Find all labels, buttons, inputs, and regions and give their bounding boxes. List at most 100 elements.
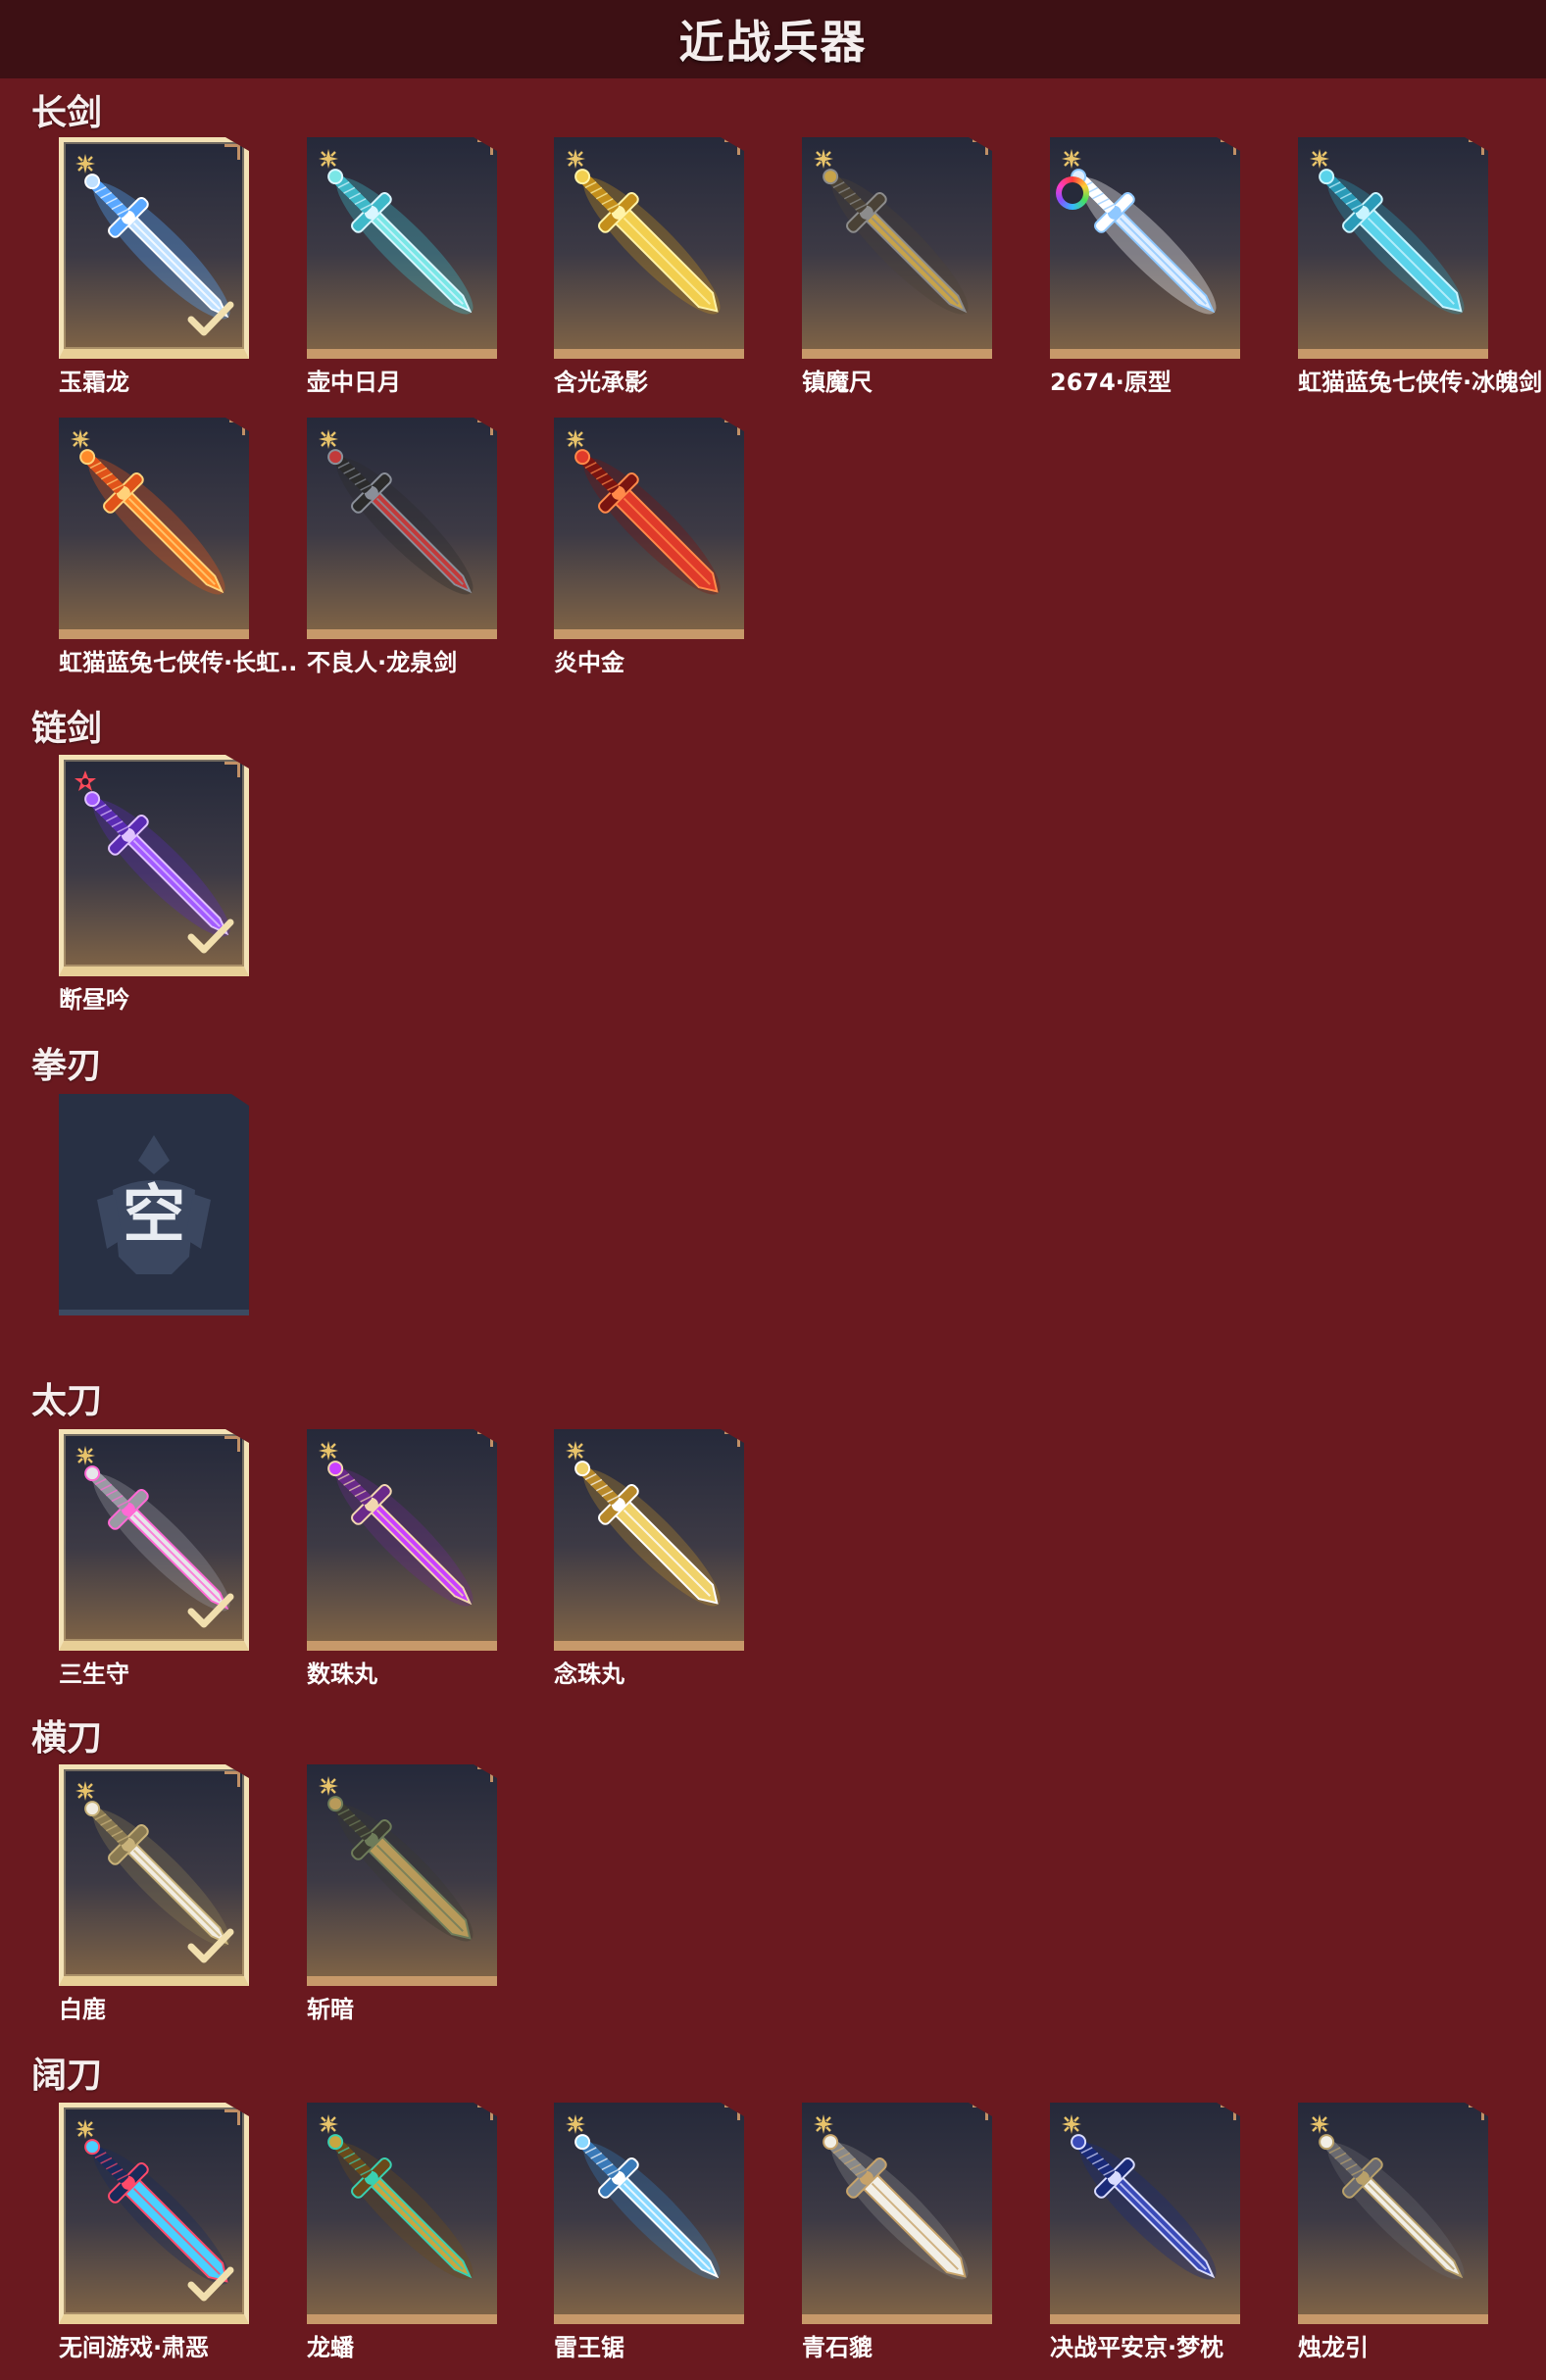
corner-fold-icon xyxy=(1221,139,1236,155)
category-heading: 太刀 xyxy=(31,1381,103,1421)
empty-weapon-slot[interactable]: 空 xyxy=(59,1094,249,1315)
weapon-card xyxy=(59,2103,249,2324)
weapon-name: 壶中日月 xyxy=(307,369,401,396)
corner-fold-icon xyxy=(477,420,493,435)
weapon-card xyxy=(307,2103,497,2324)
corner-fold-icon xyxy=(477,139,493,155)
weapon-name: 烛龙引 xyxy=(1298,2334,1369,2361)
gold-rarity-icon xyxy=(566,1441,585,1461)
weapon-card xyxy=(307,1764,497,1986)
weapon-card xyxy=(802,2103,992,2324)
weapon-card xyxy=(307,418,497,639)
corner-fold-icon xyxy=(724,1431,740,1447)
empty-slot-frame: 空 xyxy=(59,1094,249,1315)
corner-fold-icon xyxy=(1221,2105,1236,2120)
corner-fold-icon xyxy=(229,420,245,435)
equipped-check-icon xyxy=(187,1593,234,1628)
weapon-card xyxy=(59,1764,249,1986)
weapon-name: 念珠丸 xyxy=(554,1661,624,1688)
weapon-tile[interactable]: 镇魔尺 xyxy=(802,137,992,396)
weapon-tile[interactable]: 含光承影 xyxy=(554,137,744,396)
category-heading: 拳刃 xyxy=(31,1046,103,1086)
weapon-tile[interactable]: 玉霜龙 xyxy=(59,137,249,396)
corner-fold-icon xyxy=(724,420,740,435)
title-bar: 近战兵器 xyxy=(0,0,1546,78)
gold-rarity-icon xyxy=(566,149,585,169)
equipped-check-icon xyxy=(187,2266,234,2302)
empty-slot-label: 空 xyxy=(123,1179,185,1252)
gold-rarity-icon xyxy=(566,2114,585,2134)
weapon-tile[interactable]: 白鹿 xyxy=(59,1764,249,2023)
weapon-tile[interactable]: 炎中金 xyxy=(554,418,744,676)
category-heading: 阔刀 xyxy=(31,2056,103,2096)
category-heading: 链剑 xyxy=(31,709,103,749)
weapon-name: 斩暗 xyxy=(307,1996,354,2023)
red-rarity-icon xyxy=(75,770,96,791)
gold-rarity-icon xyxy=(1310,2114,1329,2134)
weapon-tile[interactable]: 烛龙引 xyxy=(1298,2103,1488,2361)
weapon-name: 雷王锯 xyxy=(554,2334,624,2361)
gold-rarity-icon xyxy=(566,429,585,449)
gold-rarity-icon xyxy=(75,1446,95,1465)
page-title: 近战兵器 xyxy=(678,16,868,69)
weapon-tile[interactable]: 龙蟠 xyxy=(307,2103,497,2361)
weapon-name: 虹猫蓝兔七侠传·冰魄剑 xyxy=(1298,369,1543,396)
gold-rarity-icon xyxy=(319,149,338,169)
corner-fold-icon xyxy=(224,762,240,777)
weapon-card xyxy=(59,137,249,359)
weapon-name: 玉霜龙 xyxy=(59,369,129,396)
weapon-card xyxy=(1050,2103,1240,2324)
equipped-check-icon xyxy=(187,301,234,336)
weapon-name: 无间游戏·肃恶 xyxy=(59,2334,210,2361)
gold-rarity-icon xyxy=(75,2119,95,2139)
weapon-tile[interactable]: 虹猫蓝兔七侠传·长虹.. xyxy=(59,418,297,676)
weapon-card xyxy=(59,418,249,639)
weapon-card xyxy=(307,137,497,359)
category-heading: 横刀 xyxy=(31,1718,103,1759)
weapon-tile[interactable]: 虹猫蓝兔七侠传·冰魄剑 xyxy=(1298,137,1542,396)
weapon-tile[interactable]: 数珠丸 xyxy=(307,1429,497,1688)
weapon-tile[interactable]: 无间游戏·肃恶 xyxy=(59,2103,249,2361)
weapon-name: 2674·原型 xyxy=(1050,369,1172,396)
weapon-card xyxy=(307,1429,497,1651)
corner-fold-icon xyxy=(724,139,740,155)
weapon-card xyxy=(1298,137,1488,359)
weapon-name: 龙蟠 xyxy=(307,2334,354,2361)
weapon-name: 青石貔 xyxy=(802,2334,873,2361)
weapon-card xyxy=(554,137,744,359)
weapon-tile[interactable]: 决战平安京·梦枕 xyxy=(1050,2103,1240,2361)
weapon-name: 三生守 xyxy=(59,1661,129,1688)
weapon-tile[interactable]: 壶中日月 xyxy=(307,137,497,396)
weapon-tile[interactable]: 青石貔 xyxy=(802,2103,992,2361)
weapon-tile[interactable]: 雷王锯 xyxy=(554,2103,744,2361)
gold-rarity-icon xyxy=(319,429,338,449)
weapon-tile[interactable]: 不良人·龙泉剑 xyxy=(307,418,497,676)
gold-rarity-icon xyxy=(814,2114,833,2134)
equipped-check-icon xyxy=(187,918,234,954)
corner-fold-icon xyxy=(477,1431,493,1447)
weapon-name: 含光承影 xyxy=(554,369,648,396)
weapon-tile[interactable]: 断昼吟 xyxy=(59,755,249,1014)
corner-fold-icon xyxy=(224,2109,240,2125)
corner-fold-icon xyxy=(477,2105,493,2120)
weapon-card xyxy=(554,1429,744,1651)
gold-rarity-icon xyxy=(319,1776,338,1796)
weapon-name: 决战平安京·梦枕 xyxy=(1050,2334,1224,2361)
corner-fold-icon xyxy=(972,139,988,155)
weapon-tile[interactable]: 念珠丸 xyxy=(554,1429,744,1688)
weapon-tile[interactable]: 三生守 xyxy=(59,1429,249,1688)
corner-fold-icon xyxy=(972,2105,988,2120)
gold-rarity-icon xyxy=(319,2114,338,2134)
weapon-name: 断昼吟 xyxy=(59,986,129,1014)
gold-rarity-icon xyxy=(1062,2114,1081,2134)
gold-rarity-icon xyxy=(319,1441,338,1461)
corner-fold-icon xyxy=(724,2105,740,2120)
weapon-name: 镇魔尺 xyxy=(802,369,873,396)
weapon-card xyxy=(59,755,249,976)
weapon-card xyxy=(59,1429,249,1651)
rainbow-ring-icon xyxy=(1056,176,1089,210)
gold-rarity-icon xyxy=(814,149,833,169)
weapon-tile[interactable]: 2674·原型 xyxy=(1050,137,1240,396)
category-heading: 长剑 xyxy=(31,93,103,133)
weapon-tile[interactable]: 斩暗 xyxy=(307,1764,497,2023)
